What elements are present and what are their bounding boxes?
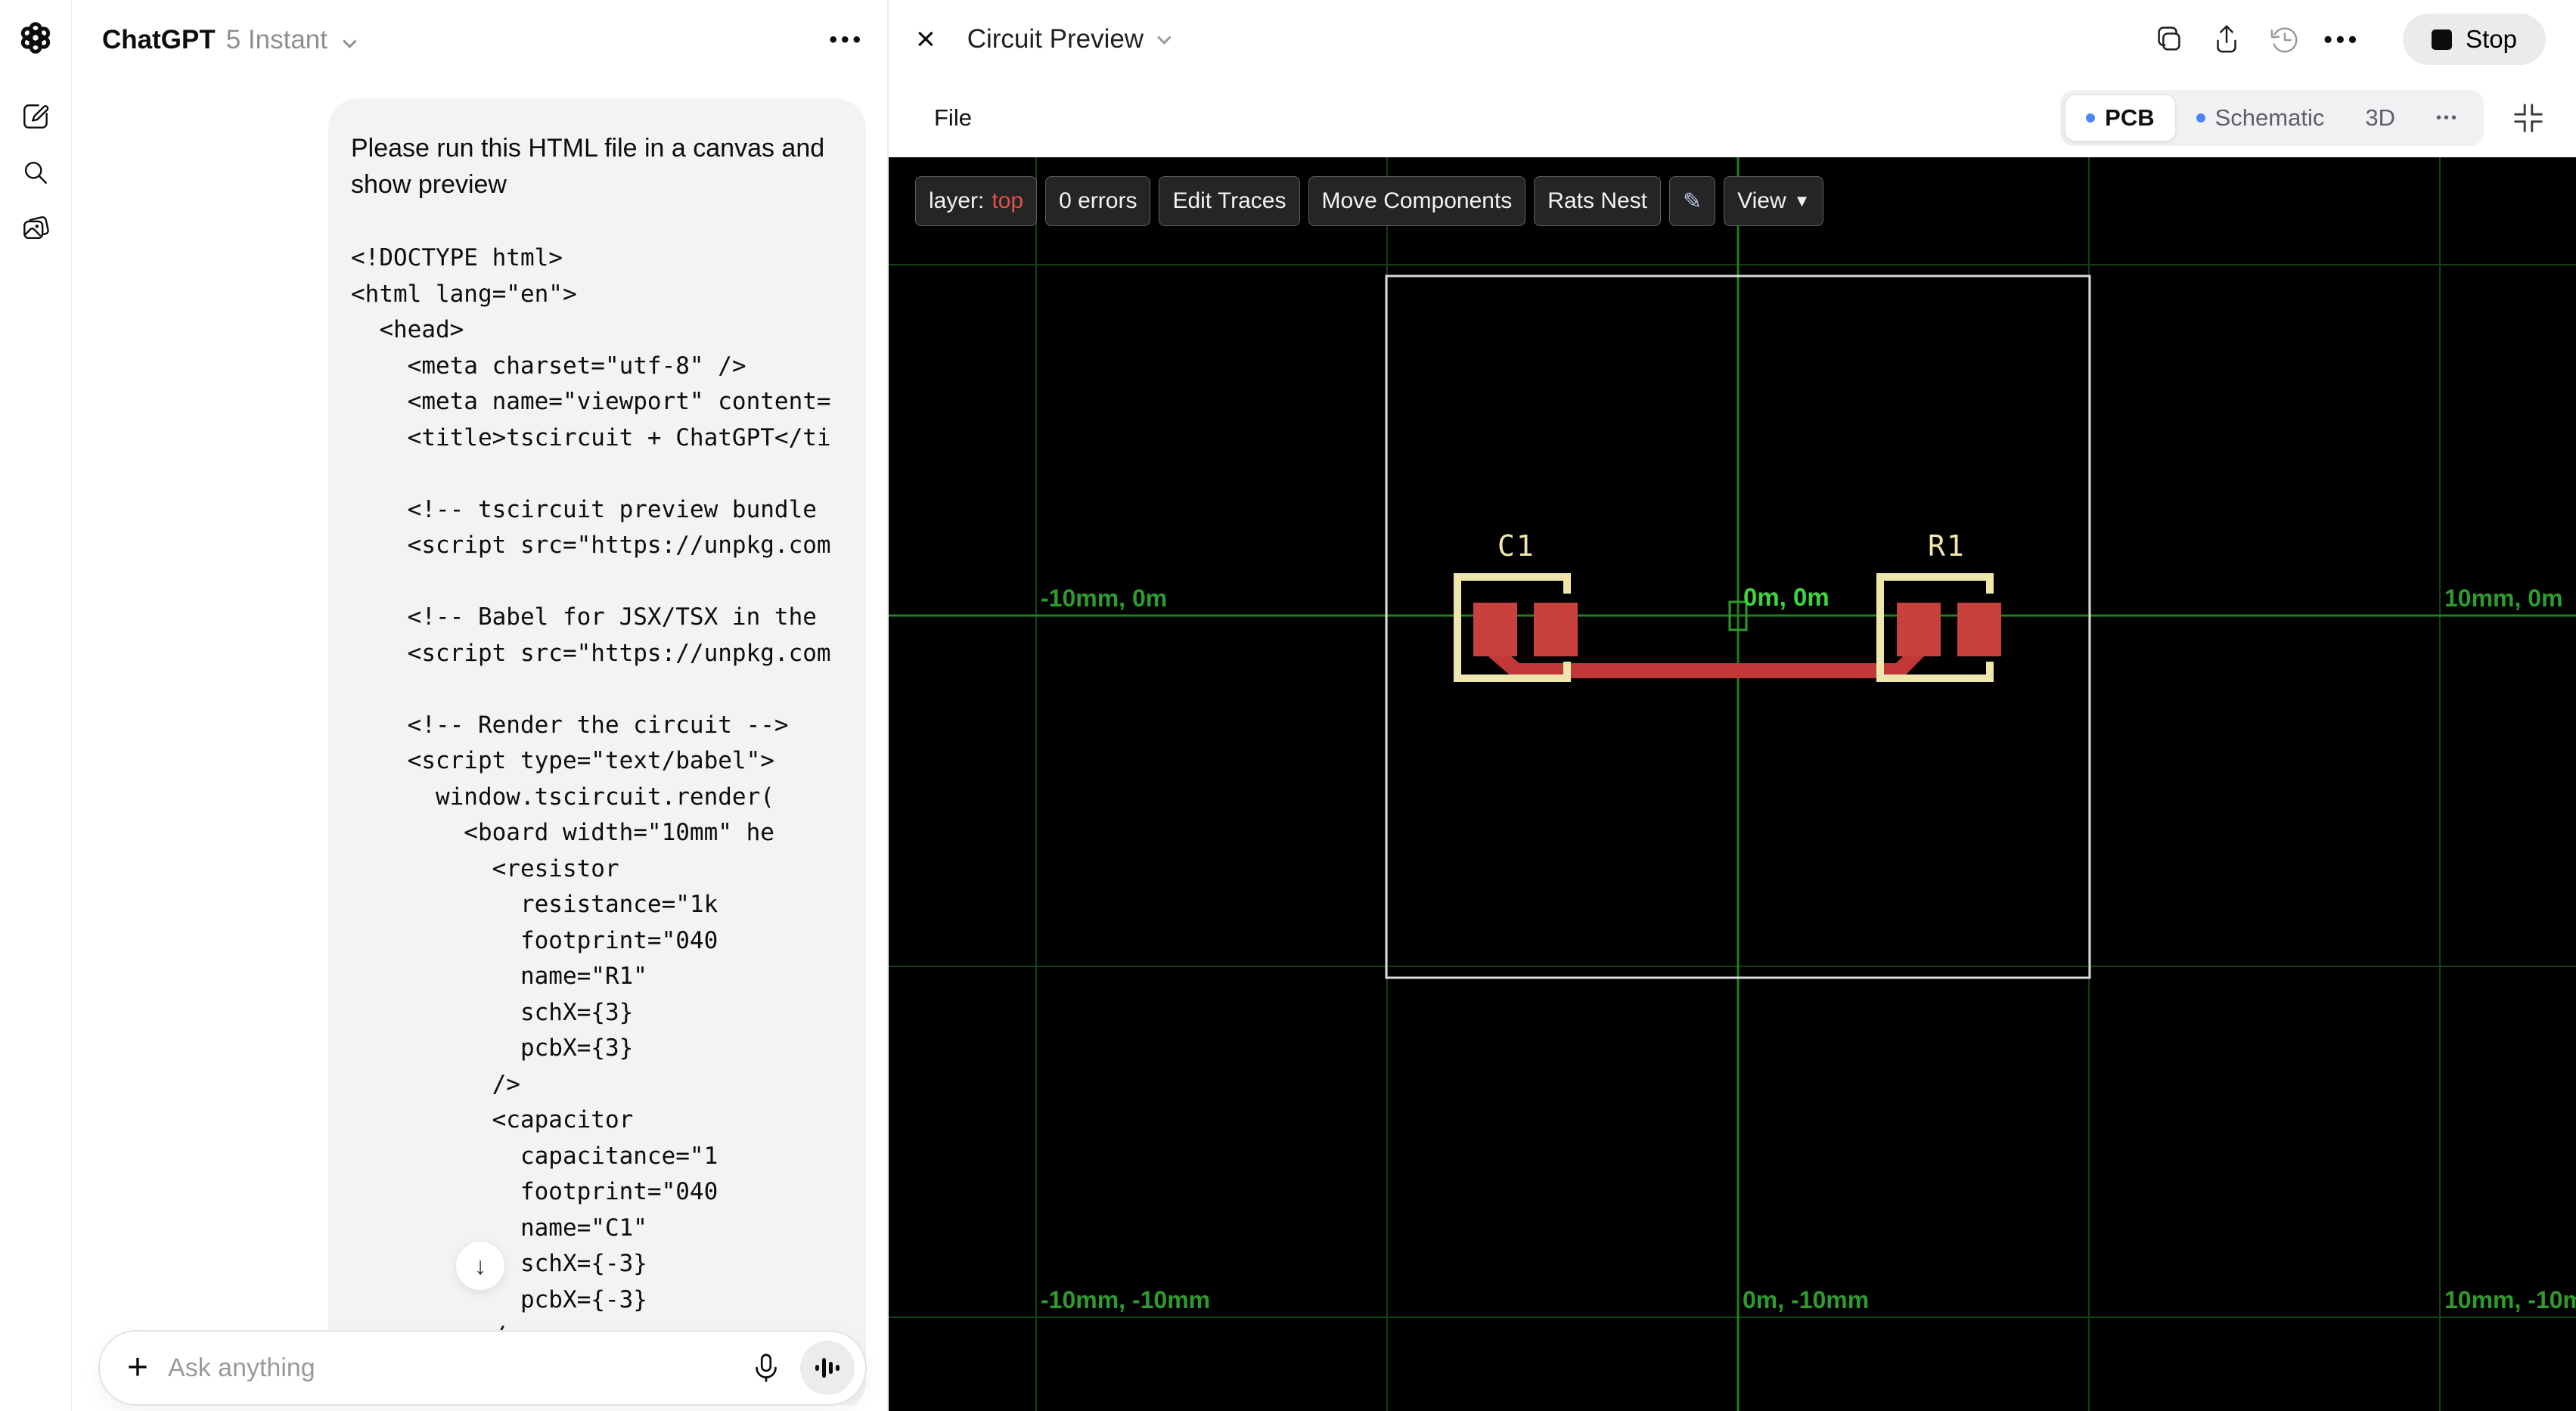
canvas-header-actions: ••• Stop	[2152, 14, 2546, 65]
openai-logo[interactable]	[17, 20, 54, 56]
user-message-bubble: Please run this HTML file in a canvas an…	[328, 98, 866, 1411]
code-block: <!DOCTYPE html> <html lang="en"> <head> …	[351, 244, 831, 1349]
chevron-down-icon	[343, 33, 357, 48]
model-name: 5 Instant	[225, 24, 327, 54]
history-icon	[2270, 27, 2298, 53]
rats-nest-button[interactable]: Rats Nest	[1534, 176, 1662, 226]
pcb-toolbar: layer: top 0 errors Edit Traces Move Com…	[915, 176, 1824, 226]
tab-3d[interactable]: 3D	[2345, 95, 2416, 141]
chevron-down-icon	[1157, 29, 1172, 45]
canvas-title-dropdown[interactable]: Circuit Preview	[967, 24, 1172, 54]
tabs-more-button[interactable]: •••	[2416, 95, 2479, 141]
chat-more-button[interactable]: •••	[829, 27, 864, 53]
library-button[interactable]	[17, 210, 54, 247]
copy-icon	[2157, 26, 2180, 51]
stop-button[interactable]: Stop	[2403, 14, 2546, 65]
layer-value: top	[992, 188, 1024, 213]
photos-icon	[23, 216, 49, 240]
coord-label-center-bottom: 0m, -10mm	[1743, 1286, 1870, 1313]
new-chat-button[interactable]	[17, 98, 54, 135]
dictate-button[interactable]	[749, 1351, 784, 1385]
collapse-icon	[2514, 104, 2543, 132]
pcb-canvas[interactable]: layer: top 0 errors Edit Traces Move Com…	[889, 157, 2576, 1411]
pencil-icon: ✎	[1683, 188, 1702, 214]
close-canvas-button[interactable]: ×	[916, 23, 936, 56]
sidebar	[0, 0, 72, 1411]
view-label: View	[1737, 188, 1786, 213]
canvas-menubar: File PCB Schematic 3D •••	[889, 79, 2576, 157]
copy-button[interactable]	[2152, 22, 2186, 57]
search-icon	[24, 161, 47, 184]
coord-label-left-bottom: -10mm, -10mm	[1041, 1286, 1211, 1313]
collapse-fullscreen-button[interactable]	[2511, 101, 2546, 135]
chat-header: ChatGPT 5 Instant •••	[72, 0, 887, 79]
user-message-text: Please run this HTML file in a canvas an…	[351, 134, 825, 199]
view-tabs: PCB Schematic 3D •••	[2060, 90, 2484, 146]
share-icon	[2216, 25, 2236, 53]
chat-column: ChatGPT 5 Instant ••• Please run this HT…	[72, 0, 887, 1411]
errors-button[interactable]: 0 errors	[1045, 176, 1151, 226]
coord-label-right-bottom: 10mm, -10mm	[2444, 1286, 2576, 1313]
attach-button[interactable]: +	[127, 1350, 148, 1386]
bottom-mask	[72, 1405, 887, 1411]
app-root: ChatGPT 5 Instant ••• Please run this HT…	[0, 0, 2576, 1411]
view-dropdown-button[interactable]: View ▼	[1724, 176, 1824, 226]
stop-square-icon	[2432, 29, 2453, 50]
blue-dot-icon	[2196, 113, 2205, 122]
tab-pcb[interactable]: PCB	[2065, 95, 2176, 141]
search-button[interactable]	[17, 154, 54, 191]
tab-3d-label: 3D	[2365, 104, 2395, 131]
arrow-down-icon: ↓	[474, 1251, 486, 1279]
move-components-button[interactable]: Move Components	[1308, 176, 1526, 226]
canvas-panel: × Circuit Preview ••• Stop File PCB Sche…	[887, 0, 2576, 1411]
caret-down-icon: ▼	[1793, 191, 1811, 210]
pencil-tool-button[interactable]: ✎	[1669, 176, 1716, 226]
canvas-more-button[interactable]: •••	[2324, 26, 2361, 54]
coord-label-right-mid: 10mm, 0m	[2444, 585, 2563, 612]
waveform-icon	[815, 1358, 840, 1378]
canvas-title: Circuit Preview	[967, 24, 1144, 54]
model-switcher[interactable]: ChatGPT 5 Instant	[102, 24, 357, 55]
microphone-icon	[756, 1354, 777, 1382]
app-title: ChatGPT	[102, 24, 216, 54]
tab-pcb-label: PCB	[2105, 104, 2155, 131]
layer-button[interactable]: layer: top	[915, 176, 1038, 226]
coord-label-origin: 0m, 0m	[1743, 583, 1830, 611]
voice-mode-button[interactable]	[800, 1341, 855, 1395]
scroll-to-bottom-button[interactable]: ↓	[455, 1241, 505, 1291]
history-button[interactable]	[2267, 22, 2301, 57]
tab-schematic-label: Schematic	[2214, 104, 2325, 131]
component-label-r1: R1	[1928, 529, 1966, 563]
edit-traces-button[interactable]: Edit Traces	[1159, 176, 1300, 226]
component-label-c1: C1	[1497, 529, 1535, 563]
file-menu[interactable]: File	[934, 104, 972, 132]
canvas-header: × Circuit Preview ••• Stop	[889, 0, 2576, 79]
blue-dot-icon	[2086, 113, 2096, 122]
pcb-scene	[889, 157, 2576, 1411]
chat-input[interactable]	[168, 1353, 749, 1383]
coord-label-left-mid: -10mm, 0m	[1041, 585, 1168, 612]
layer-label: layer:	[929, 188, 985, 213]
share-button[interactable]	[2209, 22, 2244, 57]
stop-label: Stop	[2466, 25, 2517, 53]
pencil-square-icon	[23, 104, 49, 129]
openai-logo-icon	[20, 22, 51, 54]
composer: +	[98, 1330, 867, 1406]
tab-schematic[interactable]: Schematic	[2176, 95, 2345, 141]
